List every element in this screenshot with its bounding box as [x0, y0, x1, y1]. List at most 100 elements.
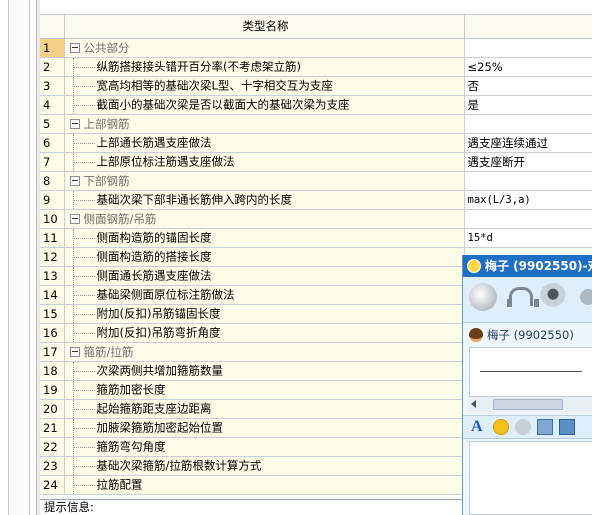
category-name-cell[interactable]: 侧面钢筋/吊筋 [64, 209, 465, 229]
category-name-cell[interactable]: 公共部分 [64, 38, 465, 58]
property-name-cell[interactable]: 次梁两侧共增加箍筋数量 [64, 361, 465, 381]
property-name-cell[interactable]: 上部原位标注筋遇支座做法 [64, 152, 465, 172]
emoticon-icon[interactable] [493, 419, 509, 435]
value-column-header[interactable] [464, 14, 592, 39]
property-value-cell[interactable] [464, 114, 592, 134]
row-number[interactable]: 19 [40, 380, 65, 400]
table-row[interactable]: 7 上部原位标注筋遇支座做法 遇支座断开 [40, 152, 592, 172]
collapse-toggle-icon[interactable] [69, 118, 80, 129]
property-value-cell[interactable] [464, 38, 592, 58]
category-name-cell[interactable]: 上部钢筋 [64, 114, 465, 134]
video-camera-icon[interactable] [539, 283, 567, 311]
chat-window[interactable]: 梅子 (9902550)-对 梅子 (9902550) A [462, 255, 592, 515]
tree-connector-icon [72, 380, 97, 398]
row-number[interactable]: 23 [40, 456, 65, 476]
row-number[interactable]: 20 [40, 399, 65, 419]
collapse-toggle-icon[interactable] [69, 346, 80, 357]
row-number[interactable]: 3 [40, 76, 65, 96]
property-label: 侧面通长筋遇支座做法 [96, 268, 212, 282]
row-number[interactable]: 11 [40, 228, 65, 248]
row-number[interactable]: 21 [40, 418, 65, 438]
category-row[interactable]: 5 上部钢筋 [40, 114, 592, 134]
property-label: 箍筋加密长度 [96, 382, 166, 396]
row-number[interactable]: 24 [40, 475, 65, 495]
row-number[interactable]: 17 [40, 342, 65, 362]
property-name-cell[interactable]: 附加(反扣)吊筋弯折角度 [64, 323, 465, 343]
chat-contact[interactable]: 梅子 (9902550) [463, 323, 592, 347]
category-name-cell[interactable]: 箍筋/拉筋 [64, 342, 465, 362]
table-row[interactable]: 9 基础次梁下部非通长筋伸入跨内的长度 max(L/3,a) [40, 190, 592, 210]
property-name-cell[interactable]: 附加(反扣)吊筋锚固长度 [64, 304, 465, 324]
row-number[interactable]: 22 [40, 437, 65, 457]
property-name-cell[interactable]: 加腋梁箍筋加密起始位置 [64, 418, 465, 438]
property-name-cell[interactable]: 上部通长筋遇支座做法 [64, 133, 465, 153]
collapse-toggle-icon[interactable] [69, 42, 80, 53]
remote-assist-icon[interactable] [574, 283, 592, 311]
row-number[interactable]: 5 [40, 114, 65, 134]
row-number[interactable]: 13 [40, 266, 65, 286]
row-number[interactable]: 10 [40, 209, 65, 229]
format-toolbar: A [463, 415, 592, 439]
property-name-cell[interactable]: 箍筋弯勾角度 [64, 437, 465, 457]
table-row[interactable]: 11 侧面构造筋的锚固长度 15*d [40, 228, 592, 248]
property-name-cell[interactable]: 侧面构造筋的搭接长度 [64, 247, 465, 267]
property-name-cell[interactable]: 侧面通长筋遇支座做法 [64, 266, 465, 286]
row-number[interactable]: 16 [40, 323, 65, 343]
scroll-thumb[interactable] [493, 399, 563, 410]
property-name-cell[interactable]: 宽高均相等的基础次梁L型、十字相交互为支座 [64, 76, 465, 96]
property-name-cell[interactable]: 箍筋加密长度 [64, 380, 465, 400]
category-row[interactable]: 8 下部钢筋 [40, 171, 592, 191]
row-number[interactable]: 4 [40, 95, 65, 115]
font-icon[interactable]: A [471, 419, 487, 435]
row-number[interactable]: 15 [40, 304, 65, 324]
property-name-cell[interactable]: 基础次梁箍筋/拉筋根数计算方式 [64, 456, 465, 476]
property-value-cell[interactable]: 15*d [464, 228, 592, 248]
headset-icon[interactable] [504, 283, 539, 311]
collapse-toggle-icon[interactable] [69, 175, 80, 186]
category-row[interactable]: 10 侧面钢筋/吊筋 [40, 209, 592, 229]
image-icon[interactable] [537, 419, 553, 435]
property-name-cell[interactable]: 截面小的基础次梁是否以截面大的基础次梁为支座 [64, 95, 465, 115]
row-number[interactable]: 2 [40, 57, 65, 77]
row-number[interactable]: 7 [40, 152, 65, 172]
property-value-cell[interactable]: 是 [464, 95, 592, 115]
property-name-cell[interactable]: 起始箍筋距支座边距离 [64, 399, 465, 419]
tree-connector-icon [72, 95, 97, 113]
table-row[interactable]: 6 上部通长筋遇支座做法 遇支座连续通过 [40, 133, 592, 153]
table-row[interactable]: 3 宽高均相等的基础次梁L型、十字相交互为支座 否 [40, 76, 592, 96]
property-name-cell[interactable]: 拉筋配置 [64, 475, 465, 495]
tree-connector-icon [72, 247, 97, 265]
collapse-toggle-icon[interactable] [69, 213, 80, 224]
property-value-cell[interactable]: 遇支座断开 [464, 152, 592, 172]
property-name-cell[interactable]: 纵筋搭接接头错开百分率(不考虑架立筋) [64, 57, 465, 77]
screenshot-icon[interactable] [559, 419, 575, 435]
magic-expression-icon[interactable] [515, 419, 531, 435]
row-number[interactable]: 14 [40, 285, 65, 305]
property-value-cell[interactable]: 遇支座连续通过 [464, 133, 592, 153]
table-row[interactable]: 2 纵筋搭接接头错开百分率(不考虑架立筋) ≤25% [40, 57, 592, 77]
row-number[interactable]: 6 [40, 133, 65, 153]
chat-titlebar[interactable]: 梅子 (9902550)-对 [463, 255, 592, 277]
message-input[interactable] [469, 441, 592, 515]
row-number[interactable]: 1 [40, 38, 65, 58]
property-value-cell[interactable] [464, 209, 592, 229]
property-name-cell[interactable]: 基础次梁下部非通长筋伸入跨内的长度 [64, 190, 465, 210]
row-number[interactable]: 12 [40, 247, 65, 267]
voice-call-icon[interactable] [469, 283, 497, 311]
row-number[interactable]: 8 [40, 171, 65, 191]
property-name-cell[interactable]: 基础梁侧面原位标注筋做法 [64, 285, 465, 305]
scroll-left-icon[interactable] [471, 400, 476, 408]
row-number[interactable]: 18 [40, 361, 65, 381]
property-value-cell[interactable] [464, 171, 592, 191]
category-name-cell[interactable]: 下部钢筋 [64, 171, 465, 191]
row-number[interactable]: 9 [40, 190, 65, 210]
message-hscrollbar[interactable] [469, 396, 592, 412]
property-name-cell[interactable]: 侧面构造筋的锚固长度 [64, 228, 465, 248]
table-row[interactable]: 4 截面小的基础次梁是否以截面大的基础次梁为支座 是 [40, 95, 592, 115]
left-panel-scrollbar[interactable] [8, 0, 30, 515]
property-value-cell[interactable]: 否 [464, 76, 592, 96]
property-value-cell[interactable]: max(L/3,a) [464, 190, 592, 210]
category-row[interactable]: 1 公共部分 [40, 38, 592, 58]
name-column-header[interactable]: 类型名称 [64, 14, 465, 39]
property-value-cell[interactable]: ≤25% [464, 57, 592, 77]
